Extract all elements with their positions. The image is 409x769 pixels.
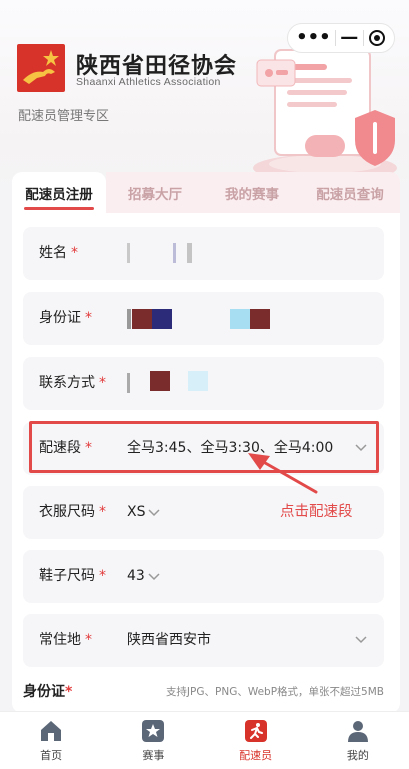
document-illustration-icon bbox=[253, 49, 397, 182]
shoe-size-value: 43 bbox=[127, 550, 161, 603]
nav-events-label: 赛事 bbox=[142, 749, 165, 762]
contact-label: 联系方式 * bbox=[39, 375, 106, 391]
capsule-divider bbox=[362, 30, 364, 46]
name-field[interactable]: 姓名 * bbox=[23, 227, 384, 280]
redacted-mark bbox=[150, 371, 170, 391]
shoe-size-label: 鞋子尺码 * bbox=[39, 568, 106, 584]
contact-field[interactable]: 联系方式 * bbox=[23, 357, 384, 410]
redacted-mark bbox=[127, 373, 130, 393]
redacted-mark bbox=[230, 309, 250, 329]
person-icon bbox=[347, 721, 368, 742]
id-upload-title: 身份证* bbox=[23, 684, 73, 700]
nav-home-label: 首页 bbox=[40, 749, 63, 762]
chevron-down-icon bbox=[148, 509, 161, 517]
bottom-nav: 首页 赛事 配速员 我的 bbox=[0, 711, 409, 769]
redacted-mark bbox=[187, 243, 192, 263]
home-icon bbox=[41, 721, 62, 741]
redacted-mark bbox=[132, 309, 152, 329]
nav-pacer[interactable]: 配速员 bbox=[205, 712, 307, 769]
id-card-label: 身份证 * bbox=[39, 310, 92, 326]
residence-field[interactable]: 常住地 * 陕西省西安市 bbox=[23, 614, 384, 667]
nav-mine-label: 我的 bbox=[346, 749, 369, 762]
runner-icon bbox=[244, 720, 267, 742]
association-logo bbox=[17, 44, 65, 92]
id-upload-hint: 支持JPG、PNG、WebP格式，单张不超过5MB bbox=[165, 686, 384, 698]
close-target-icon[interactable] bbox=[368, 29, 386, 47]
capsule-divider bbox=[334, 30, 336, 46]
runner-logo-icon bbox=[23, 50, 59, 84]
redacted-mark bbox=[127, 309, 131, 329]
tab-recruit-hall[interactable]: 招募大厅 bbox=[106, 172, 204, 214]
nav-events[interactable]: 赛事 bbox=[102, 712, 204, 769]
minimize-button[interactable]: — bbox=[340, 29, 358, 47]
name-label: 姓名 * bbox=[39, 245, 78, 261]
more-menu-button[interactable]: ••• bbox=[296, 29, 331, 47]
tab-my-events[interactable]: 我的赛事 bbox=[204, 172, 300, 214]
annotation-label: 点击配速段 bbox=[280, 504, 353, 520]
shoe-size-field[interactable]: 鞋子尺码 * 43 bbox=[23, 550, 384, 603]
clothing-size-value: XS bbox=[127, 486, 161, 539]
chevron-down-icon bbox=[355, 636, 367, 644]
id-card-field[interactable]: 身份证 * bbox=[23, 292, 384, 345]
residence-value: 陕西省西安市 bbox=[127, 632, 211, 648]
mini-program-capsule: ••• — bbox=[287, 23, 395, 53]
redacted-mark bbox=[152, 309, 172, 329]
tab-pacer-query[interactable]: 配速员查询 bbox=[300, 172, 400, 214]
redacted-mark bbox=[173, 243, 176, 263]
nav-mine[interactable]: 我的 bbox=[307, 712, 409, 769]
redacted-mark bbox=[250, 309, 270, 329]
chevron-down-icon bbox=[148, 573, 160, 581]
redacted-mark bbox=[188, 371, 208, 391]
org-name-en: Shaanxi Athletics Association bbox=[76, 76, 221, 88]
header-hero: 陕西省田径协会 Shaanxi Athletics Association 配速… bbox=[0, 0, 409, 200]
redacted-mark bbox=[127, 243, 130, 263]
tab-bar: 配速员注册 招募大厅 我的赛事 配速员查询 bbox=[12, 172, 400, 214]
nav-home[interactable]: 首页 bbox=[0, 712, 102, 769]
nav-pacer-label: 配速员 bbox=[239, 749, 273, 762]
zone-label: 配速员管理专区 bbox=[18, 109, 110, 124]
clothing-size-label: 衣服尺码 * bbox=[39, 504, 106, 520]
residence-label: 常住地 * bbox=[39, 632, 92, 648]
tab-pacer-register[interactable]: 配速员注册 bbox=[12, 172, 106, 214]
star-icon bbox=[142, 720, 165, 742]
page: 陕西省田径协会 Shaanxi Athletics Association 配速… bbox=[0, 0, 409, 769]
